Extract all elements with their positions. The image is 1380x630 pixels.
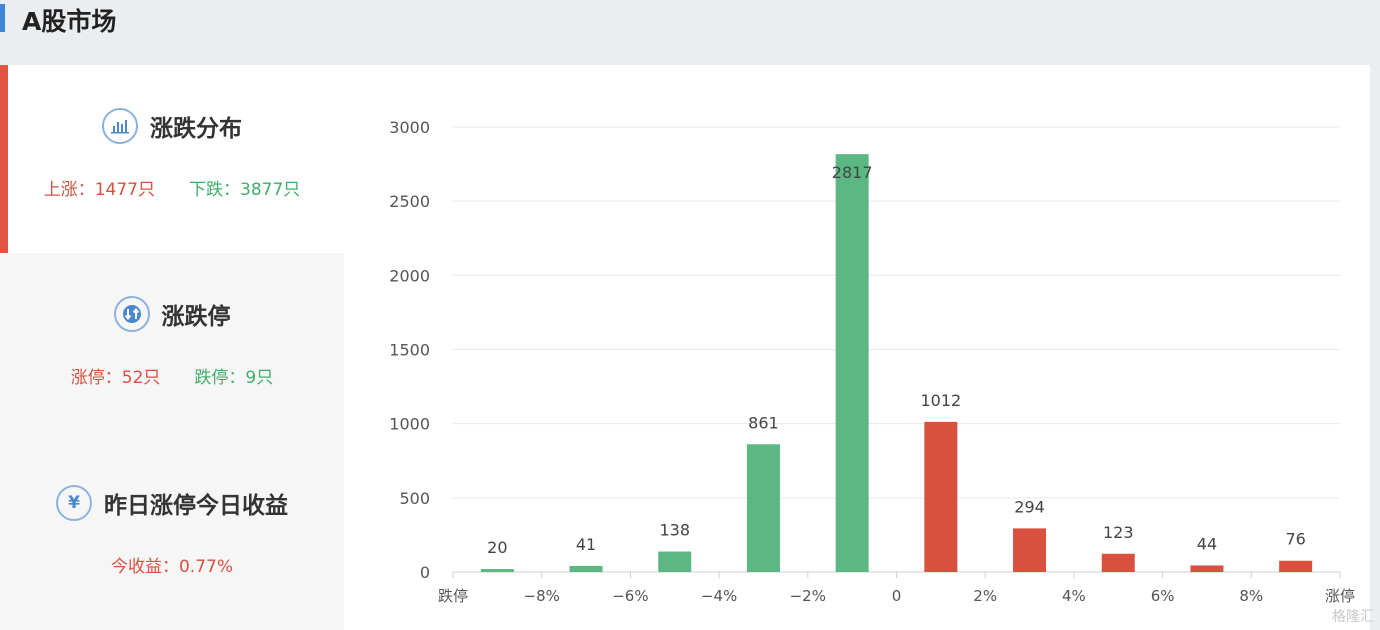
- x-tick-label: −2%: [790, 587, 826, 605]
- y-tick-label: 2500: [389, 192, 430, 211]
- x-tick-label: −8%: [524, 587, 560, 605]
- x-tick-label: −4%: [701, 587, 737, 605]
- x-tick-label: 4%: [1062, 587, 1086, 605]
- bar: [480, 569, 514, 572]
- y-tick-label: 1000: [389, 415, 430, 434]
- y-tick-label: 1500: [389, 341, 430, 360]
- x-tick-label: 跌停: [438, 587, 468, 605]
- x-tick-label: 6%: [1151, 587, 1175, 605]
- section-header: A股市场: [0, 0, 1380, 40]
- y-tick-label: 2000: [389, 266, 430, 285]
- bar-value-label: 76: [1285, 530, 1305, 549]
- bar: [746, 444, 780, 572]
- bar-value-label: 138: [659, 521, 690, 540]
- bar: [1279, 560, 1313, 572]
- distribution-chart: 0 500 1000 1500 2000 2500 3000 跌停 −8% −6% −4% −2% 0 2…: [389, 118, 1355, 605]
- yen-icon: ¥: [56, 485, 92, 521]
- sidebar-item-head: ¥ 昨日涨停今日收益: [0, 482, 344, 524]
- bar: [658, 551, 692, 572]
- fall-count: 下跌：3877只: [189, 180, 301, 200]
- sidebar-item-limit[interactable]: 涨跌停 涨停：52只 跌停：9只: [0, 253, 344, 441]
- bar-value-label: 1012: [920, 391, 961, 410]
- bar: [924, 421, 958, 572]
- bar-value-label: 294: [1014, 497, 1045, 516]
- limit-stats: 涨停：52只 跌停：9只: [0, 363, 344, 388]
- bar: [835, 154, 869, 572]
- sidebar: 涨跌分布 上涨：1477只 下跌：3877只 涨跌停 涨停：52只 跌停：9只 …: [0, 65, 344, 630]
- limit-down-count: 跌停：9只: [194, 368, 274, 388]
- today-return: 今收益：0.77%: [110, 557, 233, 577]
- bar-value-label: 123: [1103, 523, 1134, 542]
- bar: [1013, 528, 1047, 572]
- section-accent-bar: [0, 4, 5, 32]
- y-tick-label: 500: [399, 489, 430, 508]
- bar: [569, 565, 603, 572]
- y-tick-label: 3000: [389, 118, 430, 137]
- bar-value-label: 20: [487, 538, 507, 557]
- up-down-arrows-icon: [113, 296, 150, 332]
- sidebar-item-label: 昨日涨停今日收益: [104, 493, 288, 519]
- x-tick-label: 8%: [1239, 587, 1263, 605]
- distribution-stats: 上涨：1477只 下跌：3877只: [0, 175, 344, 200]
- x-tick-label: 涨停: [1325, 587, 1355, 605]
- rise-count: 上涨：1477只: [43, 180, 155, 200]
- bar-value-label: 41: [576, 535, 596, 554]
- x-tick-label: −6%: [612, 587, 648, 605]
- sidebar-item-distribution[interactable]: 涨跌分布 上涨：1477只 下跌：3877只: [0, 65, 344, 253]
- bar-value-label: 861: [748, 413, 779, 432]
- sidebar-item-head: 涨跌分布: [0, 105, 344, 147]
- section-title: A股市场: [22, 7, 117, 36]
- bar-chart-icon: [102, 108, 138, 144]
- bar: [1101, 553, 1135, 572]
- sidebar-item-label: 涨跌分布: [150, 116, 242, 142]
- watermark: 格隆汇: [1332, 609, 1374, 625]
- bar-value-label: 44: [1197, 534, 1217, 553]
- x-tick-label: 0: [892, 587, 902, 605]
- sidebar-item-head: 涨跌停: [0, 293, 344, 335]
- y-tick-label: 0: [420, 563, 430, 582]
- market-panel: 涨跌分布 上涨：1477只 下跌：3877只 涨跌停 涨停：52只 跌停：9只 …: [0, 65, 1370, 630]
- x-tick-label: 2%: [973, 587, 997, 605]
- sidebar-item-label: 涨跌停: [161, 304, 231, 330]
- bar-value-label: 2817: [832, 163, 873, 182]
- sidebar-item-yesterday-limit-return[interactable]: ¥ 昨日涨停今日收益 今收益：0.77%: [0, 442, 344, 630]
- limit-up-count: 涨停：52只: [70, 368, 161, 388]
- return-stats: 今收益：0.77%: [0, 552, 344, 577]
- bar: [1190, 565, 1224, 572]
